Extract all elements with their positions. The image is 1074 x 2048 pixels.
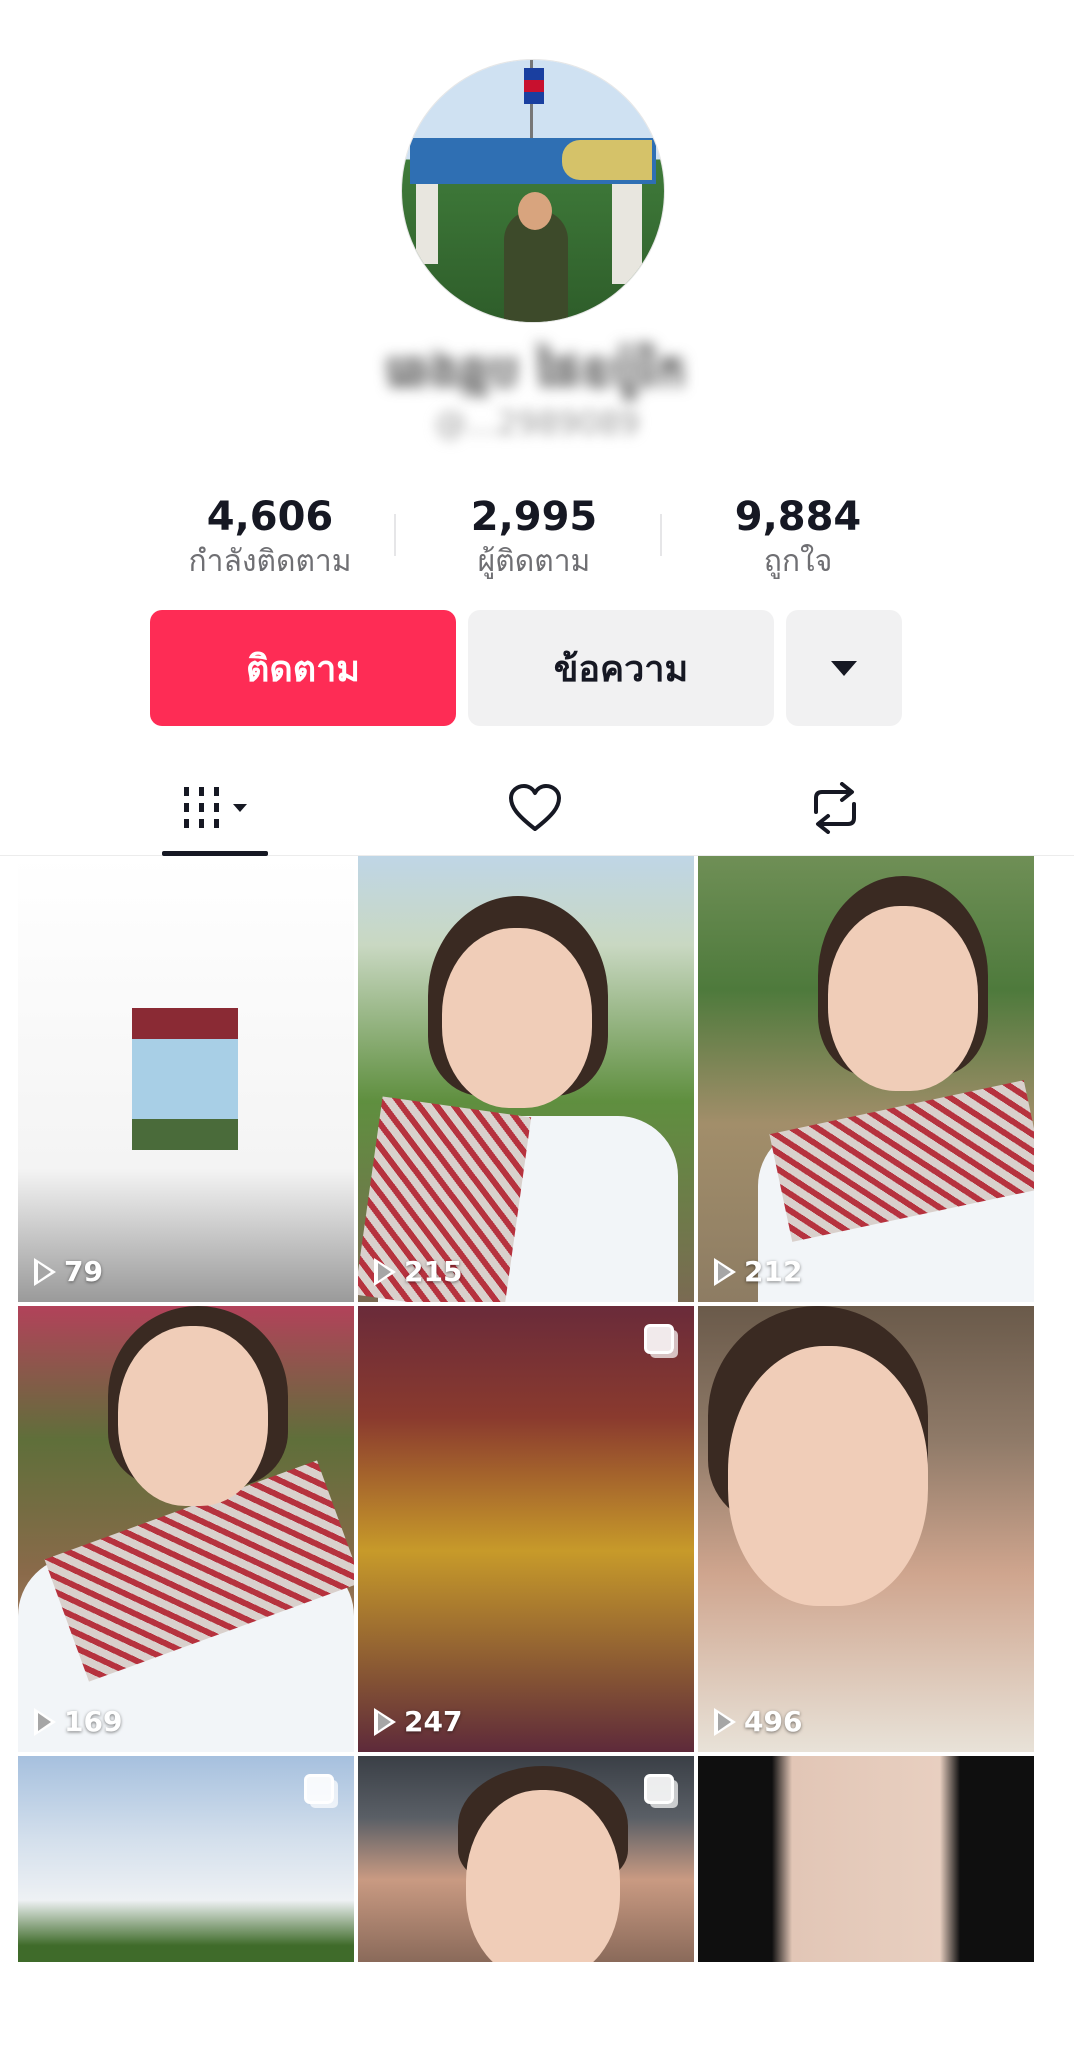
stat-divider xyxy=(394,514,396,556)
view-count: 212 xyxy=(714,1255,802,1288)
view-count-text: 169 xyxy=(64,1705,123,1738)
view-count-text: 247 xyxy=(404,1705,463,1738)
view-count: 215 xyxy=(374,1255,462,1288)
play-icon xyxy=(374,1707,396,1736)
followers-count: 2,995 xyxy=(470,494,598,540)
view-count: 496 xyxy=(714,1705,802,1738)
likes-label: ถูกใจ xyxy=(763,544,833,579)
message-button[interactable]: ข้อความ xyxy=(468,610,774,726)
view-count-text: 212 xyxy=(744,1255,803,1288)
video-thumbnail[interactable]: 169 xyxy=(18,1306,354,1752)
play-icon xyxy=(714,1257,736,1286)
multi-image-icon xyxy=(644,1774,674,1804)
play-icon xyxy=(714,1707,736,1736)
following-count: 4,606 xyxy=(206,494,334,540)
play-icon xyxy=(374,1257,396,1286)
tab-reposts[interactable] xyxy=(780,760,890,856)
tab-liked[interactable] xyxy=(480,760,590,856)
play-icon xyxy=(34,1257,56,1286)
play-icon xyxy=(34,1707,56,1736)
stat-following[interactable]: 4,606 กำลังติดตาม xyxy=(160,494,380,582)
multi-image-icon xyxy=(644,1324,674,1354)
video-thumbnail[interactable] xyxy=(18,1756,354,1962)
video-thumbnail[interactable] xyxy=(698,1756,1034,1962)
view-count: 247 xyxy=(374,1705,462,1738)
inner-image xyxy=(132,1008,238,1150)
likes-count: 9,884 xyxy=(734,494,862,540)
view-count-text: 215 xyxy=(404,1255,463,1288)
stat-likes[interactable]: 9,884 ถูกใจ xyxy=(688,494,908,582)
more-options-button[interactable] xyxy=(786,610,902,726)
profile-avatar[interactable] xyxy=(402,60,664,322)
video-thumbnail[interactable]: 496 xyxy=(698,1306,1034,1752)
view-count-text: 79 xyxy=(64,1255,103,1288)
grid-icon xyxy=(183,787,247,829)
caret-down-icon xyxy=(831,660,857,676)
stat-followers[interactable]: 2,995 ผู้ติดตาม xyxy=(424,494,644,582)
heart-icon xyxy=(509,784,561,831)
following-label: กำลังติดตาม xyxy=(188,544,352,579)
view-count-text: 496 xyxy=(744,1705,803,1738)
video-thumbnail[interactable]: 79 xyxy=(18,856,354,1302)
stat-divider xyxy=(660,514,662,556)
video-thumbnail[interactable]: 212 xyxy=(698,856,1034,1302)
display-name: ឆេងឆ្មប ផៃឧប៉ូរិក xyxy=(386,346,688,397)
followers-label: ผู้ติดตาม xyxy=(477,544,591,579)
profile-tabs xyxy=(0,760,1074,856)
view-count: 169 xyxy=(34,1705,122,1738)
video-thumbnail[interactable]: 247 xyxy=(358,1306,694,1752)
follow-button[interactable]: ติดตาม xyxy=(150,610,456,726)
repost-icon xyxy=(814,782,856,834)
multi-image-icon xyxy=(304,1774,334,1804)
video-thumbnail[interactable]: 215 xyxy=(358,856,694,1302)
video-thumbnail[interactable] xyxy=(358,1756,694,1962)
profile-stats: 4,606 กำลังติดตาม 2,995 ผู้ติดตาม 9,884 … xyxy=(160,494,914,584)
username: @...2989089 xyxy=(434,404,640,442)
tab-videos[interactable] xyxy=(160,760,270,856)
view-count: 79 xyxy=(34,1255,103,1288)
